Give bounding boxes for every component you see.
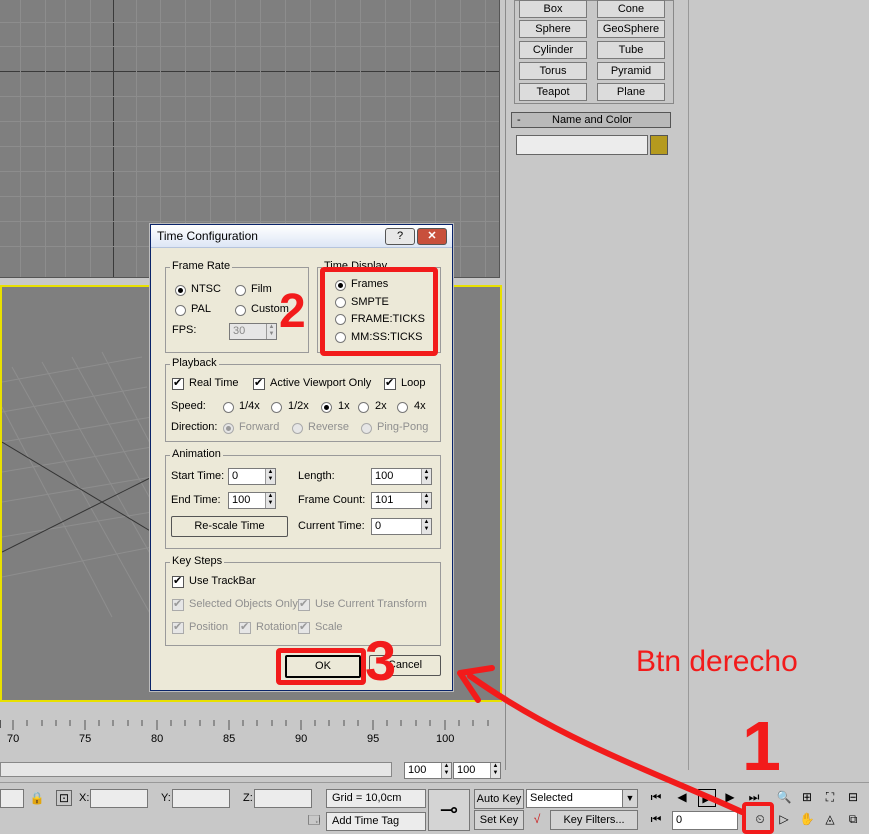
annotation-text: Btn derecho [636,645,798,678]
annotation-number-1: 1 [742,707,781,785]
annotation-arrow [457,665,745,815]
annotation-number-2: 2 [279,285,306,338]
annotation-number-3: 3 [365,629,397,692]
